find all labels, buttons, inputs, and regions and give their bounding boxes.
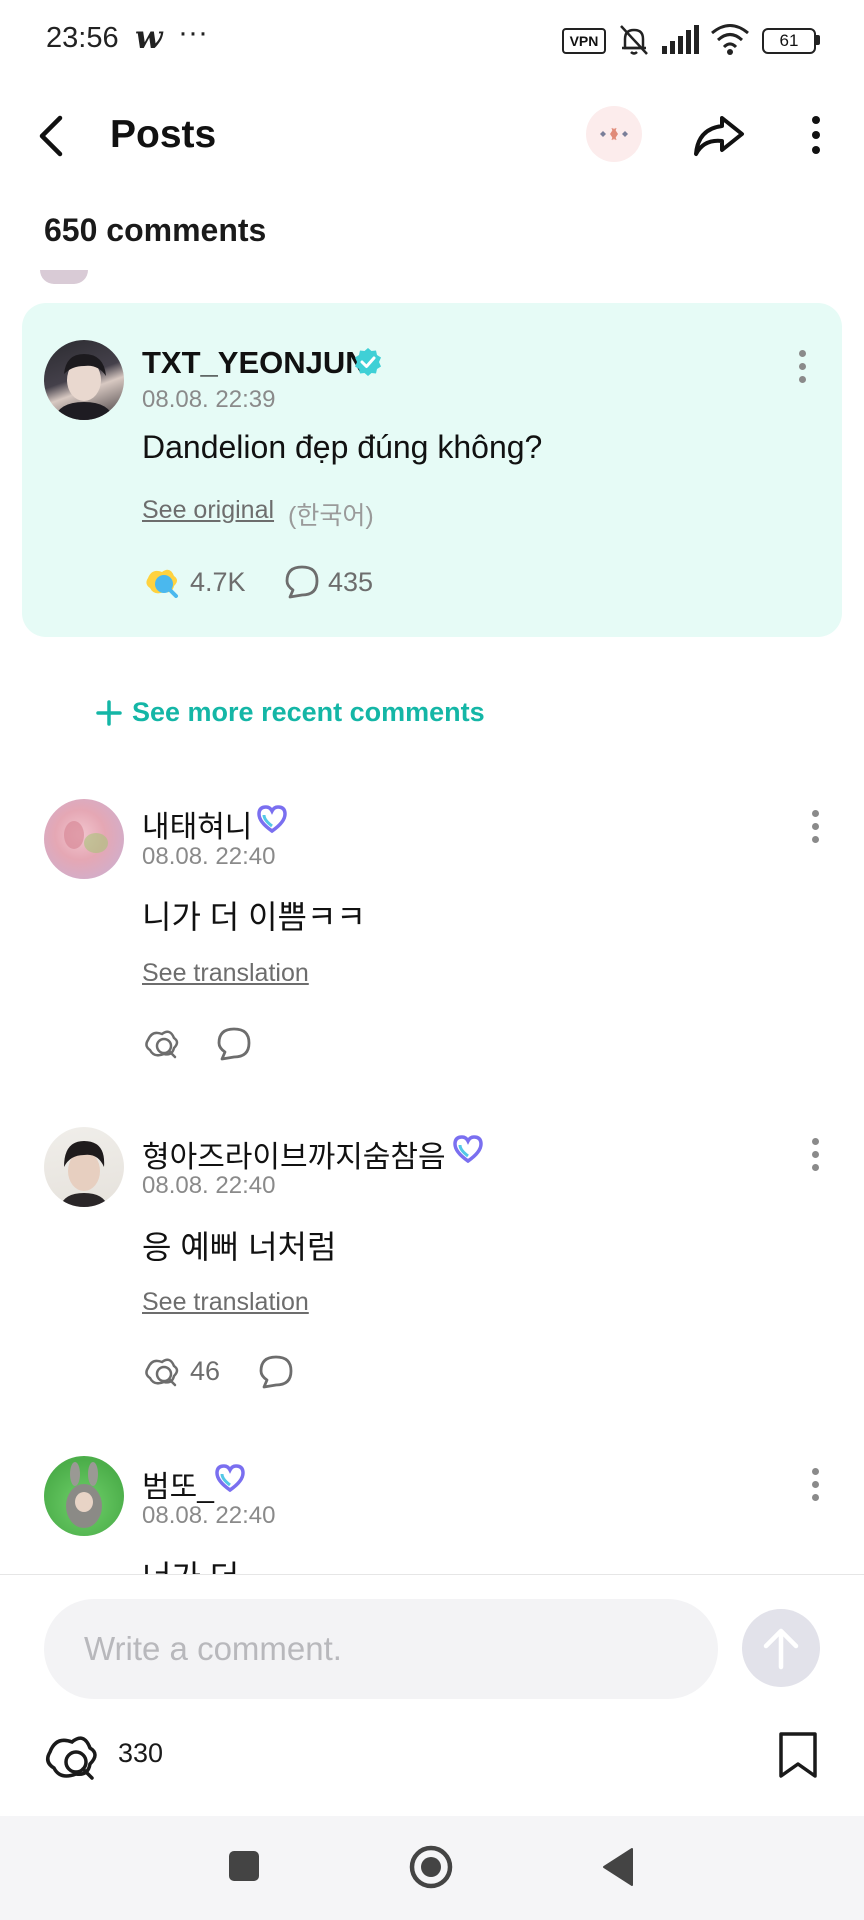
comment-bubble-icon[interactable]	[216, 1026, 252, 1062]
stars-logo-icon	[600, 127, 628, 141]
comment-text: 니가 더 이쁨ㅋㅋ	[142, 899, 366, 935]
bookmark-icon[interactable]	[776, 1730, 820, 1780]
see-translation-link[interactable]: See translation	[142, 1288, 309, 1317]
share-icon[interactable]	[692, 112, 746, 160]
back-arrow-icon[interactable]	[34, 112, 70, 160]
replies-count: 435	[328, 567, 374, 597]
heart-badge-icon	[257, 805, 287, 834]
battery-icon: 61	[762, 28, 816, 54]
avatar-photo	[66, 1462, 102, 1528]
plus-icon[interactable]	[96, 700, 122, 726]
post-likes-count: 330	[118, 1738, 164, 1768]
app-notification-icon: w	[135, 18, 163, 56]
send-arrow-icon	[763, 1628, 799, 1670]
comment-username[interactable]: 내태혀니	[142, 802, 252, 846]
avatar[interactable]	[44, 340, 124, 420]
status-time: 23:56	[46, 22, 119, 54]
reaction-icon[interactable]	[142, 1352, 182, 1390]
avatar-photo	[64, 821, 108, 853]
likes-count: 46	[190, 1356, 221, 1386]
comment-more-icon[interactable]	[812, 1138, 820, 1177]
avatar-photo	[54, 354, 114, 420]
comment-username[interactable]: 형아즈라이브까지숨참음	[142, 1132, 446, 1176]
comments-count: 650 comments	[44, 212, 267, 248]
signal-icon	[662, 25, 699, 54]
heart-badge-icon	[215, 1464, 245, 1493]
vpn-icon: VPN	[562, 28, 606, 54]
reaction-icon[interactable]	[42, 1728, 104, 1784]
avatar[interactable]	[44, 799, 124, 879]
reaction-icon[interactable]	[142, 1024, 182, 1062]
verified-badge-icon	[355, 348, 381, 376]
comment-more-icon[interactable]	[799, 350, 807, 389]
comment-text: Dandelion đẹp đúng không?	[142, 429, 543, 465]
reaction-icon[interactable]	[142, 562, 182, 598]
mute-bell-icon	[620, 25, 648, 55]
comment-more-icon[interactable]	[812, 1468, 820, 1507]
nav-square-icon[interactable]	[226, 1848, 262, 1884]
comment-input[interactable]	[44, 1599, 718, 1699]
nav-back-icon[interactable]	[600, 1846, 636, 1888]
original-language: (한국어)	[288, 502, 374, 530]
page-title: Posts	[110, 113, 217, 156]
nav-circle-icon[interactable]	[408, 1844, 454, 1890]
comment-username[interactable]: 범또_	[142, 1462, 214, 1506]
avatar[interactable]	[44, 1456, 124, 1536]
see-more-recent-comments[interactable]: See more recent comments	[132, 697, 485, 728]
comment-date: 08.08. 22:40	[142, 1502, 276, 1529]
comment-text: 응 예뻐 너처럼	[142, 1229, 337, 1265]
cropped-avatar	[40, 270, 88, 284]
comment-username[interactable]: TXT_YEONJUN	[142, 345, 368, 381]
artist-logo-button[interactable]	[586, 106, 642, 162]
likes-count: 4.7K	[190, 567, 246, 597]
more-vertical-icon[interactable]	[812, 116, 820, 160]
comment-text-clip: 너가 더	[142, 1548, 239, 1574]
comment-bubble-icon[interactable]	[258, 1354, 294, 1390]
avatar[interactable]	[44, 1127, 124, 1207]
wifi-icon	[711, 24, 749, 55]
comment-bubble-icon[interactable]	[284, 564, 320, 600]
avatar-photo	[60, 1141, 108, 1207]
comment-date: 08.08. 22:40	[142, 843, 276, 870]
send-button[interactable]	[742, 1609, 820, 1687]
heart-badge-icon	[453, 1135, 483, 1164]
comment-date: 08.08. 22:40	[142, 1172, 276, 1199]
comment-more-icon[interactable]	[812, 810, 820, 849]
comment-date: 08.08. 22:39	[142, 386, 276, 413]
see-original-link[interactable]: See original	[142, 496, 274, 525]
see-translation-link[interactable]: See translation	[142, 959, 309, 988]
battery-tip	[816, 35, 820, 45]
more-notifications-icon: ···	[178, 16, 208, 49]
comment-text: 너가 더	[142, 1552, 239, 1574]
